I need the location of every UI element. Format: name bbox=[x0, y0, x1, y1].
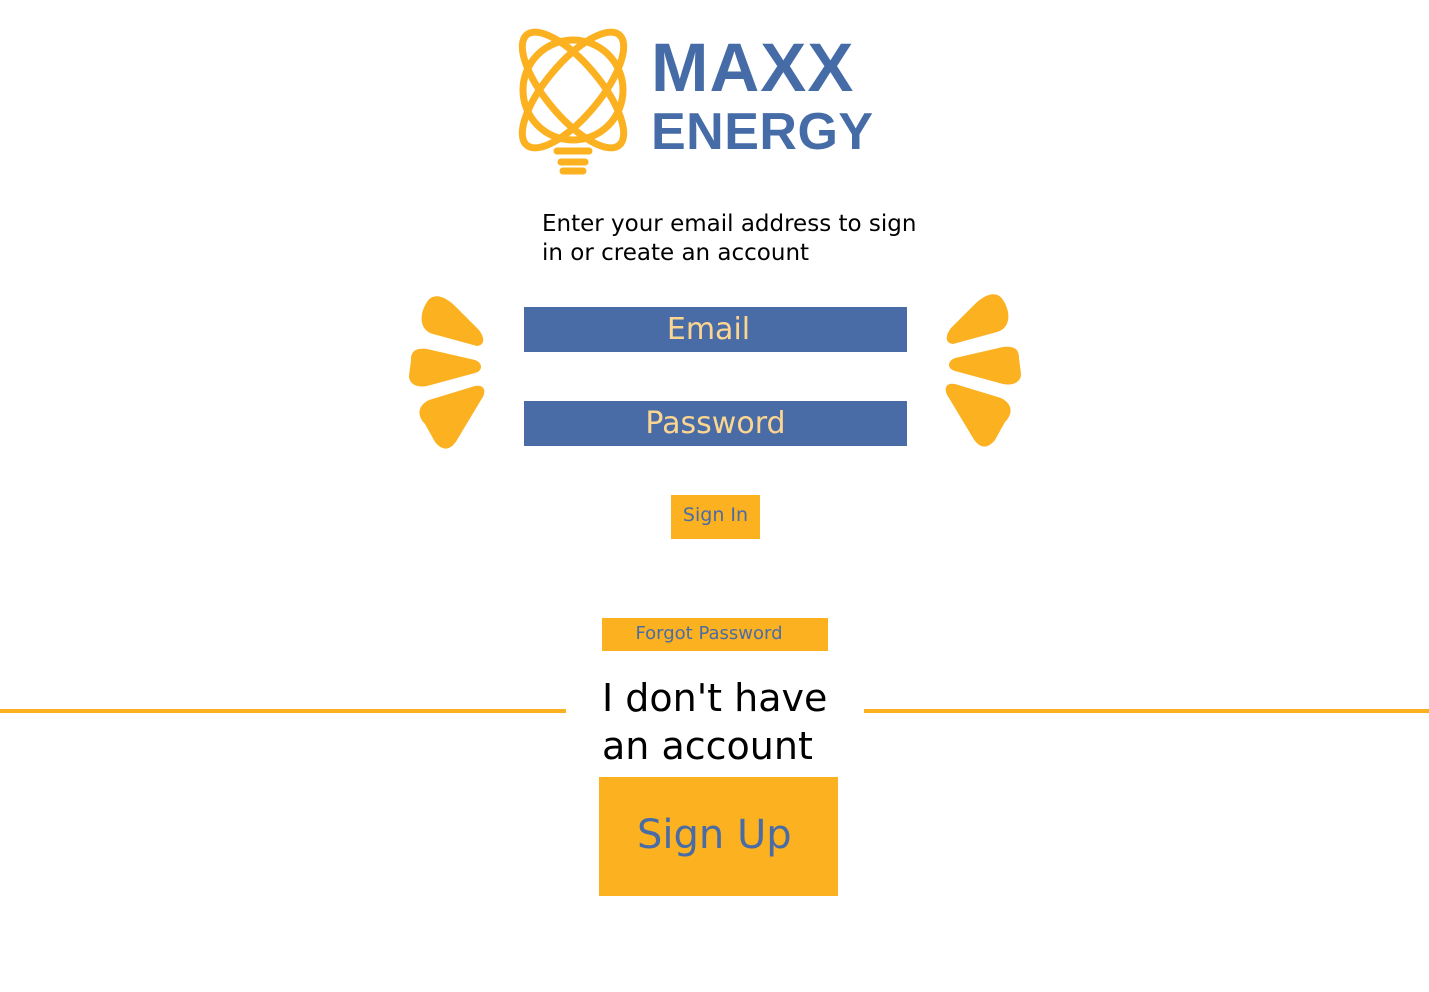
email-input[interactable]: Email bbox=[524, 307, 907, 352]
login-page: MAXX ENERGY Enter your email address to … bbox=[0, 0, 1429, 992]
sign-up-button[interactable]: Sign Up bbox=[599, 777, 838, 896]
no-account-prompt: I don't have an account bbox=[602, 676, 828, 768]
sparkle-right-icon bbox=[945, 294, 1021, 447]
divider-line-right bbox=[864, 709, 1429, 713]
brand-name-line1: MAXX bbox=[651, 29, 855, 106]
sign-in-button[interactable]: Sign In bbox=[671, 495, 760, 539]
divider-line-left bbox=[0, 709, 566, 713]
sparkle-left-icon bbox=[409, 296, 485, 449]
forgot-password-button[interactable]: Forgot Password bbox=[602, 618, 828, 651]
signin-instructions: Enter your email address to sign in or c… bbox=[542, 211, 917, 266]
password-input[interactable]: Password bbox=[524, 401, 907, 446]
brand-name-line2: ENERGY bbox=[651, 103, 874, 161]
lightbulb-atom-icon bbox=[518, 28, 628, 175]
